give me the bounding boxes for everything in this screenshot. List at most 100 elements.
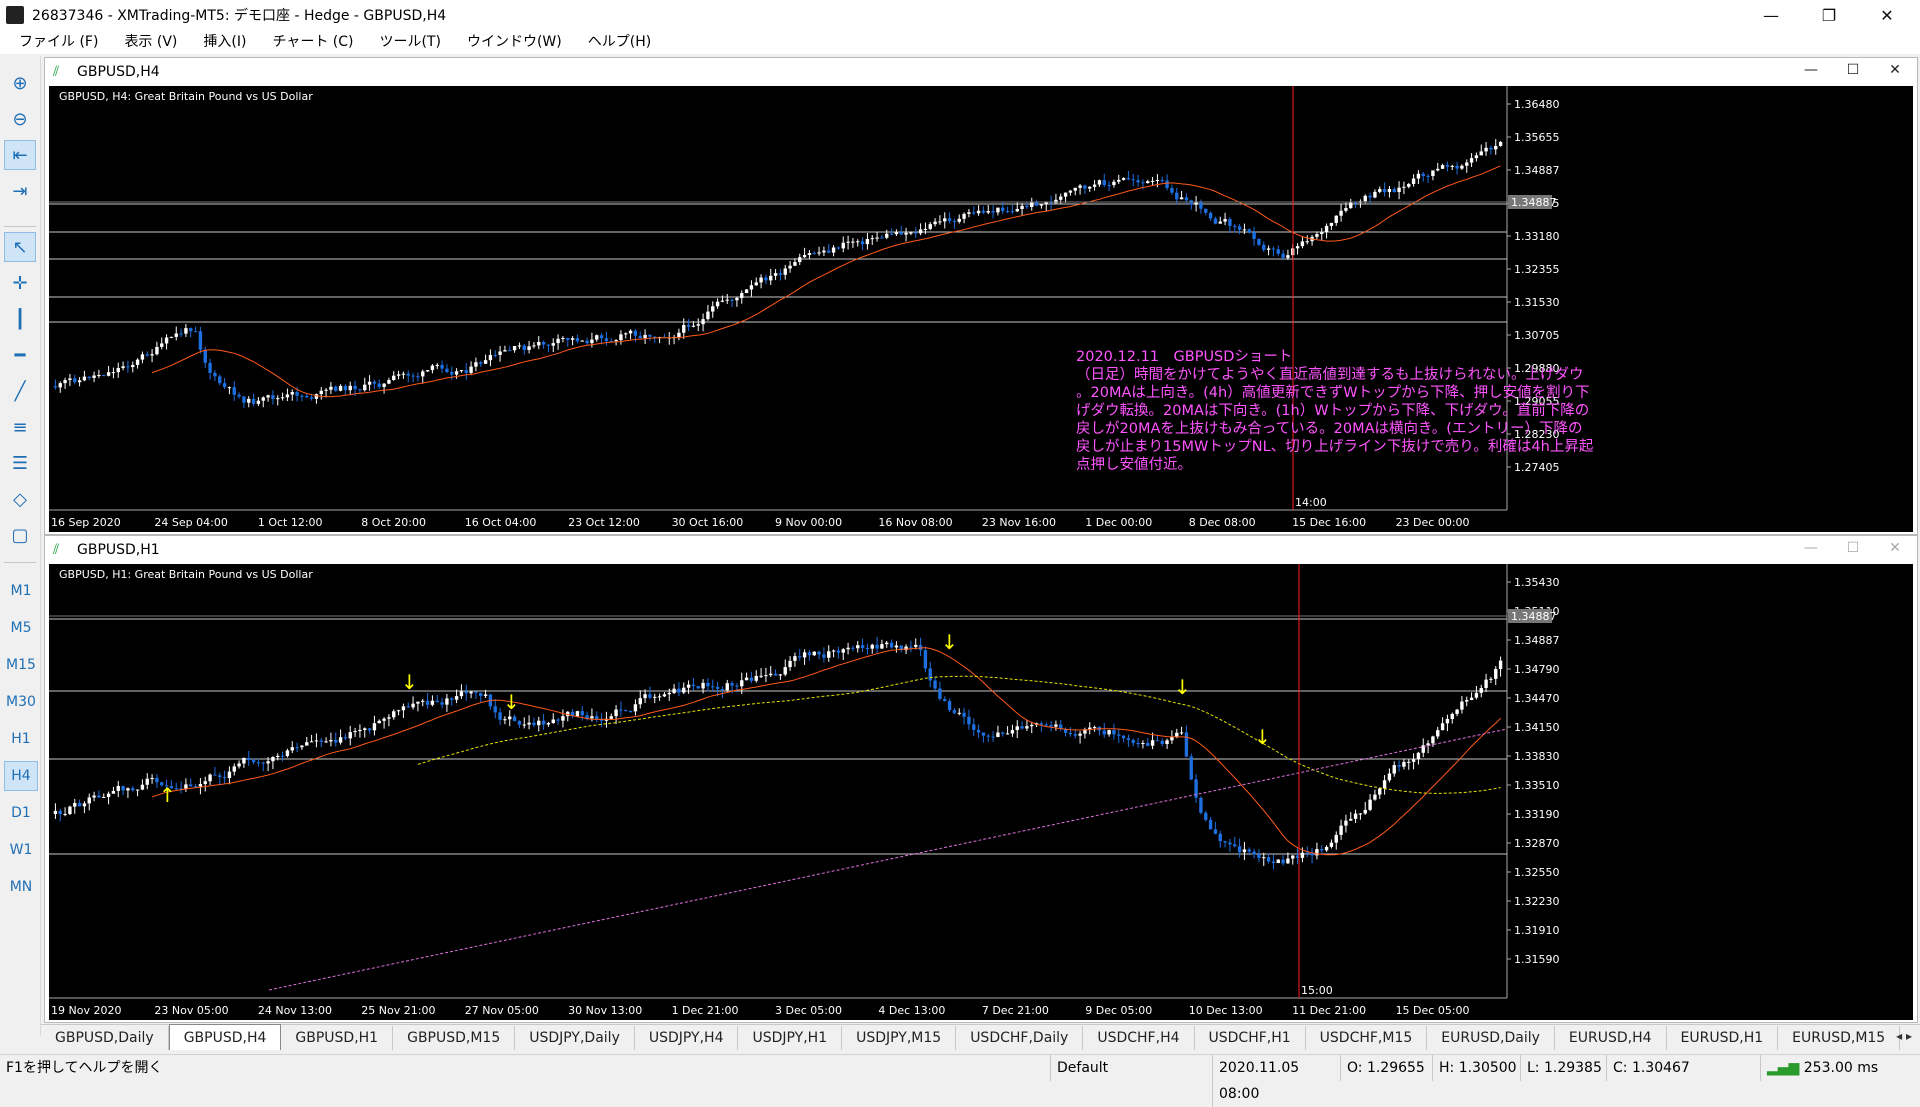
horizontal-line-icon[interactable]: ━ bbox=[4, 340, 36, 370]
candle-body bbox=[1257, 238, 1261, 245]
zoom-in-icon[interactable]: ⊕ bbox=[4, 68, 36, 98]
candle-body bbox=[140, 784, 145, 790]
timeframe-m1[interactable]: M1 bbox=[4, 576, 38, 606]
candle-body bbox=[1344, 208, 1348, 211]
chart-tab[interactable]: USDJPY,Daily bbox=[515, 1026, 635, 1050]
candle-body bbox=[1097, 180, 1102, 185]
candle-body bbox=[1068, 190, 1073, 193]
chart-tab[interactable]: GBPUSD,M15 bbox=[393, 1026, 516, 1050]
chart-tab[interactable]: GBPUSD,H4 bbox=[168, 1024, 282, 1050]
chart-tab[interactable]: USDJPY,M15 bbox=[842, 1026, 957, 1050]
channel-icon[interactable]: ≡ bbox=[4, 412, 36, 442]
menu-chart[interactable]: チャート (C) bbox=[259, 30, 366, 54]
chart-window-h1[interactable]: ⫽ GBPUSD,H1 — ☐ ✕ 1.354301.351101.348871… bbox=[44, 535, 1918, 1023]
candle-body bbox=[160, 343, 164, 347]
candle-body bbox=[459, 691, 464, 697]
candle-body bbox=[744, 289, 749, 294]
candle-body bbox=[1179, 732, 1184, 734]
chart-tab[interactable]: USDJPY,H4 bbox=[635, 1026, 739, 1050]
candle-body bbox=[116, 785, 120, 791]
timeframe-h4[interactable]: H4 bbox=[4, 761, 38, 791]
chart-tab[interactable]: USDJPY,H1 bbox=[738, 1026, 843, 1050]
fibonacci-icon[interactable]: ☰ bbox=[4, 448, 36, 478]
select-icon[interactable]: ▢ bbox=[4, 520, 36, 550]
chart-tab[interactable]: USDCHF,M15 bbox=[1306, 1026, 1428, 1050]
candle-body bbox=[1300, 241, 1305, 247]
crosshair-icon[interactable]: ✛ bbox=[4, 268, 36, 298]
candle-body bbox=[561, 337, 565, 339]
candle-body bbox=[1498, 660, 1503, 670]
chart-window-titlebar[interactable]: ⫽ GBPUSD,H4 — ☐ ✕ bbox=[45, 58, 1917, 86]
close-button[interactable]: ✕ bbox=[1864, 0, 1910, 30]
chart-tab[interactable]: EURUSD,H4 bbox=[1555, 1026, 1667, 1050]
timeframe-m5[interactable]: M5 bbox=[4, 613, 38, 643]
candle-body bbox=[976, 729, 981, 733]
chart-background bbox=[49, 564, 1913, 1020]
chart-minimize-button[interactable]: — bbox=[1793, 62, 1829, 82]
chart-tab[interactable]: USDCHF,Daily bbox=[956, 1026, 1084, 1050]
timeframe-h1[interactable]: H1 bbox=[4, 724, 38, 754]
restore-button[interactable]: ❐ bbox=[1806, 0, 1852, 30]
candle-body bbox=[1465, 700, 1469, 702]
candle-body bbox=[836, 247, 841, 249]
chart-maximize-button[interactable]: ☐ bbox=[1835, 62, 1871, 82]
menu-help[interactable]: ヘルプ(H) bbox=[575, 30, 664, 54]
candle-body bbox=[827, 651, 831, 658]
minimize-button[interactable]: — bbox=[1748, 0, 1794, 30]
shapes-icon[interactable]: ◇ bbox=[4, 484, 36, 514]
timeframe-mn[interactable]: MN bbox=[4, 872, 38, 902]
candle-body bbox=[450, 698, 454, 700]
menu-file[interactable]: ファイル (F) bbox=[6, 30, 111, 54]
candle-body bbox=[401, 373, 406, 375]
chart-tab[interactable]: USDCHF,H1 bbox=[1195, 1026, 1306, 1050]
chart-close-button[interactable]: ✕ bbox=[1877, 62, 1913, 82]
chart-close-button[interactable]: ✕ bbox=[1877, 540, 1913, 560]
trend-line-icon[interactable]: ╱ bbox=[4, 376, 36, 406]
candle-body bbox=[614, 709, 618, 717]
menu-tools[interactable]: ツール(T) bbox=[366, 30, 453, 54]
timeframe-d1[interactable]: D1 bbox=[4, 798, 38, 828]
candle-body bbox=[508, 350, 512, 352]
candle-body bbox=[1436, 168, 1440, 171]
candle-body bbox=[807, 253, 812, 255]
candle-body bbox=[1286, 858, 1290, 864]
chart-maximize-button[interactable]: ☐ bbox=[1835, 540, 1871, 560]
chart-tab[interactable]: EURUSD,M15 bbox=[1778, 1026, 1901, 1050]
chart-shift-icon[interactable]: ⇤ bbox=[4, 140, 36, 170]
candle-body bbox=[372, 381, 377, 384]
autoscroll-icon[interactable]: ⇥ bbox=[4, 176, 36, 206]
h1-price-chart[interactable]: 1.354301.351101.348871.347901.344701.341… bbox=[49, 564, 1913, 1020]
zoom-out-icon[interactable]: ⊖ bbox=[4, 104, 36, 134]
timeframe-w1[interactable]: W1 bbox=[4, 835, 38, 865]
candle-body bbox=[1025, 205, 1029, 208]
menu-insert[interactable]: 挿入(I) bbox=[190, 30, 259, 54]
chart-window-titlebar[interactable]: ⫽ GBPUSD,H1 — ☐ ✕ bbox=[45, 536, 1917, 564]
chart-canvas[interactable]: 1.354301.351101.348871.347901.344701.341… bbox=[49, 564, 1913, 1020]
chart-tab[interactable]: GBPUSD,Daily bbox=[41, 1026, 169, 1050]
menu-window[interactable]: ウインドウ(W) bbox=[454, 30, 575, 54]
chart-tab[interactable]: USDCHF,H4 bbox=[1083, 1026, 1195, 1050]
chart-tab[interactable]: EURUSD,Daily bbox=[1427, 1026, 1555, 1050]
cursor-icon[interactable]: ↖ bbox=[4, 232, 36, 262]
candle-body bbox=[1237, 846, 1242, 853]
chart-tab[interactable]: EURUSD,H1 bbox=[1667, 1026, 1779, 1050]
menu-view[interactable]: 表示 (V) bbox=[111, 30, 190, 54]
price-tick-label: 1.31590 bbox=[1514, 953, 1560, 966]
chart-window-h4[interactable]: ⫽ GBPUSD,H4 — ☐ ✕ 1.36480 1.35655 1.34887 1… bbox=[44, 57, 1918, 535]
candle-body bbox=[208, 774, 212, 782]
candle-body bbox=[1479, 688, 1483, 693]
price-tick-label: 1.36480 bbox=[1514, 98, 1560, 111]
candle-body bbox=[377, 383, 381, 387]
candle-body bbox=[856, 645, 860, 649]
timeframe-m15[interactable]: M15 bbox=[4, 650, 38, 680]
chart-canvas[interactable]: 1.364801.356551.348871.340051.331801.323… bbox=[49, 86, 1913, 532]
chart-tab[interactable]: GBPUSD,H1 bbox=[281, 1026, 394, 1050]
candle-body bbox=[498, 712, 502, 720]
candle-body bbox=[198, 784, 203, 787]
candle-body bbox=[880, 644, 884, 649]
chart-minimize-button[interactable]: — bbox=[1793, 540, 1829, 560]
timeframe-m30[interactable]: M30 bbox=[4, 687, 38, 717]
vertical-line-icon[interactable]: ┃ bbox=[4, 304, 36, 334]
h4-price-chart[interactable]: 1.364801.356551.348871.340051.331801.323… bbox=[49, 86, 1913, 532]
tab-scroll-arrows[interactable]: ◂ ▸ bbox=[1896, 1029, 1912, 1043]
